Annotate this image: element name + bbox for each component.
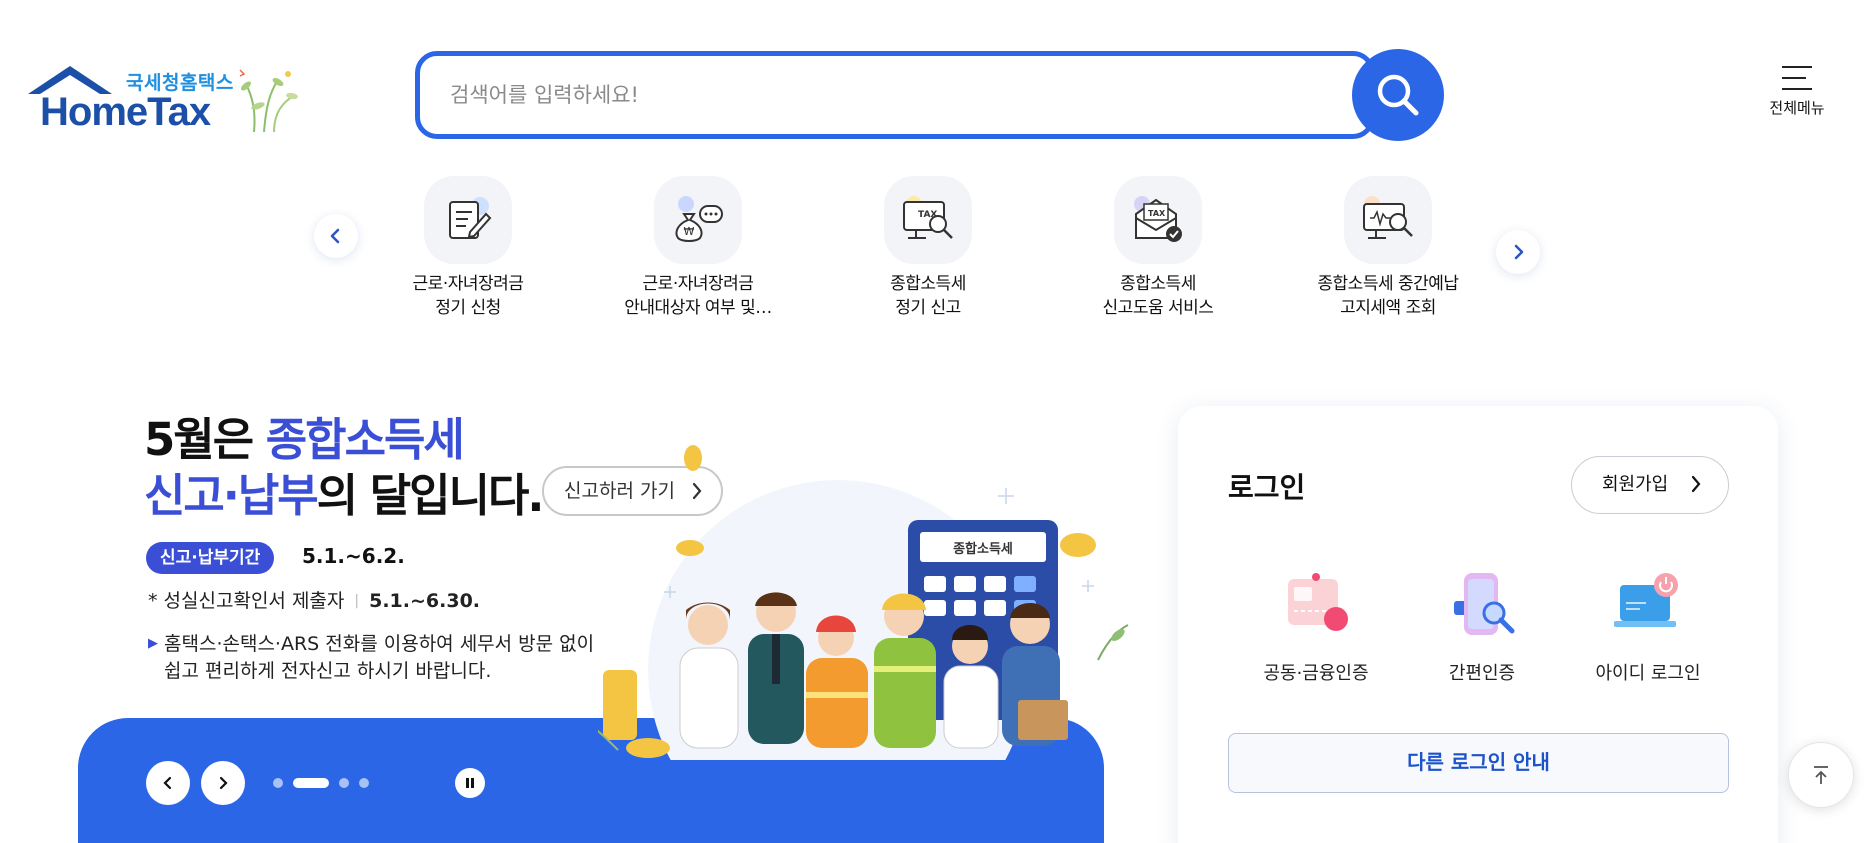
login-option-label: 아이디 로그인 xyxy=(1595,663,1701,684)
quick-link-label-line1: 종합소득세 xyxy=(890,274,966,294)
search-button[interactable] xyxy=(1352,49,1444,141)
quick-links-next-button[interactable] xyxy=(1496,230,1540,274)
certificate-card-icon xyxy=(1288,573,1348,631)
svg-text:TAX: TAX xyxy=(1148,209,1166,218)
search-icon xyxy=(1377,74,1419,116)
banner-description: ▶ 홈택스·손택스·ARS 전화를 이용하여 세무서 방문 없이 쉽고 편리하게 … xyxy=(148,630,594,685)
quick-link-earned-income-credit-eligibility[interactable]: ₩ 근로·자녀장려금 안내대상자 여부 및… xyxy=(598,176,798,320)
period-badge: 신고·납부기간 xyxy=(146,542,275,574)
headline-highlight: 신고·납부 xyxy=(144,469,319,522)
plant-decoration-icon xyxy=(239,69,298,133)
quick-link-label-line1: 종합소득세 xyxy=(1120,274,1196,294)
chevron-left-icon xyxy=(330,228,340,244)
pagination-dot[interactable] xyxy=(339,778,349,788)
full-menu-button[interactable]: 전체메뉴 xyxy=(1762,62,1832,132)
search-bar xyxy=(415,49,1444,141)
banner-headline: 5월은 종합소득세 신고·납부의 달입니다. xyxy=(144,412,545,524)
svg-text:₩: ₩ xyxy=(684,225,695,238)
arrow-up-icon xyxy=(1814,766,1828,784)
note-value: 5.1.~6.30. xyxy=(369,590,481,612)
chevron-right-icon xyxy=(1691,475,1701,493)
banner-pagination xyxy=(273,778,379,788)
signup-button[interactable]: 회원가입 xyxy=(1571,456,1729,514)
login-option-label: 공동·금융인증 xyxy=(1263,663,1369,684)
login-panel: 로그인 회원가입 공동·금융인증 간편인증 아이디 로그인 다른 로그인 안내 xyxy=(1178,406,1778,843)
desc-line1: 홈택스·손택스·ARS 전화를 이용하여 세무서 방문 없이 xyxy=(164,633,595,655)
tax-envelope-check-icon: TAX xyxy=(1114,176,1202,264)
id-login-option[interactable]: 아이디 로그인 xyxy=(1568,571,1728,685)
login-title: 로그인 xyxy=(1228,471,1306,504)
note-label: * 성실신고확인서 제출자 xyxy=(148,590,345,612)
phone-search-icon xyxy=(1454,573,1515,635)
chevron-right-icon xyxy=(219,776,228,790)
logo-english-text: HomeTax xyxy=(40,90,211,134)
certificate-login-option[interactable]: 공동·금융인증 xyxy=(1236,571,1396,685)
bullet-arrow-icon: ▶ xyxy=(148,636,158,651)
taxpayers-illustration: 종합소득세 xyxy=(598,445,1129,760)
quick-link-label-line2: 고지세액 조회 xyxy=(1340,298,1436,318)
won-monitor-search-icon xyxy=(1344,176,1432,264)
quick-link-label-line2: 안내대상자 여부 및… xyxy=(624,298,772,318)
period-value: 5.1.~6.2. xyxy=(302,544,405,568)
money-bag-chat-icon: ₩ xyxy=(654,176,742,264)
hometax-main-page: 국세청홈택스 HomeTax 전체메뉴 xyxy=(0,0,1864,843)
quick-link-label-line2: 신고도움 서비스 xyxy=(1102,298,1214,318)
banner-next-button[interactable] xyxy=(201,761,245,805)
headline-highlight: 종합소득세 xyxy=(265,413,465,466)
quick-link-label-line2: 정기 신청 xyxy=(435,298,501,318)
quick-link-label-line2: 정기 신고 xyxy=(895,298,961,318)
simple-auth-login-option[interactable]: 간편인증 xyxy=(1402,571,1562,685)
tax-monitor-search-icon: TAX xyxy=(884,176,972,264)
signup-label: 회원가입 xyxy=(1602,474,1669,495)
laptop-power-icon xyxy=(1614,573,1678,627)
login-option-label: 간편인증 xyxy=(1448,663,1516,684)
pause-icon xyxy=(466,778,474,788)
sincere-filing-note: * 성실신고확인서 제출자 | 5.1.~6.30. xyxy=(148,590,481,612)
scroll-to-top-button[interactable] xyxy=(1788,742,1854,808)
pagination-dot-active[interactable] xyxy=(293,778,329,788)
desc-line2: 쉽고 편리하게 전자신고 하시기 바랍니다. xyxy=(164,660,492,682)
quick-link-label-line1: 근로·자녀장려금 xyxy=(642,274,754,294)
chevron-left-icon xyxy=(163,776,172,790)
hometax-logo[interactable]: 국세청홈택스 HomeTax xyxy=(26,62,316,134)
hamburger-icon xyxy=(1782,66,1812,90)
headline-text: 의 달입니다. xyxy=(316,469,545,522)
pagination-dot[interactable] xyxy=(359,778,369,788)
headline-text: 5월은 xyxy=(144,413,266,466)
chevron-right-icon xyxy=(1514,244,1524,260)
quick-link-income-tax-filing[interactable]: TAX 종합소득세 정기 신고 xyxy=(828,176,1028,320)
other-login-guide-button[interactable]: 다른 로그인 안내 xyxy=(1228,733,1729,793)
pagination-dot[interactable] xyxy=(273,778,283,788)
application-form-icon xyxy=(424,176,512,264)
quick-links-prev-button[interactable] xyxy=(314,214,358,258)
main-banner: 5월은 종합소득세 신고·납부의 달입니다. 신고하러 가기 신고·납부기간 5… xyxy=(78,400,1129,843)
quick-link-income-tax-help-service[interactable]: TAX 종합소득세 신고도움 서비스 xyxy=(1058,176,1258,320)
full-menu-label: 전체메뉴 xyxy=(1769,99,1825,117)
calculator-label: 종합소득세 xyxy=(953,541,1013,557)
quick-link-label-line1: 종합소득세 중간예납 xyxy=(1317,274,1459,294)
quick-link-interim-prepayment-lookup[interactable]: 종합소득세 중간예납 고지세액 조회 xyxy=(1288,176,1488,320)
search-input[interactable] xyxy=(415,51,1375,139)
banner-pause-button[interactable] xyxy=(455,768,485,798)
quick-link-earned-income-credit-apply[interactable]: 근로·자녀장려금 정기 신청 xyxy=(368,176,568,320)
banner-prev-button[interactable] xyxy=(146,761,190,805)
quick-link-label-line1: 근로·자녀장려금 xyxy=(412,274,524,294)
